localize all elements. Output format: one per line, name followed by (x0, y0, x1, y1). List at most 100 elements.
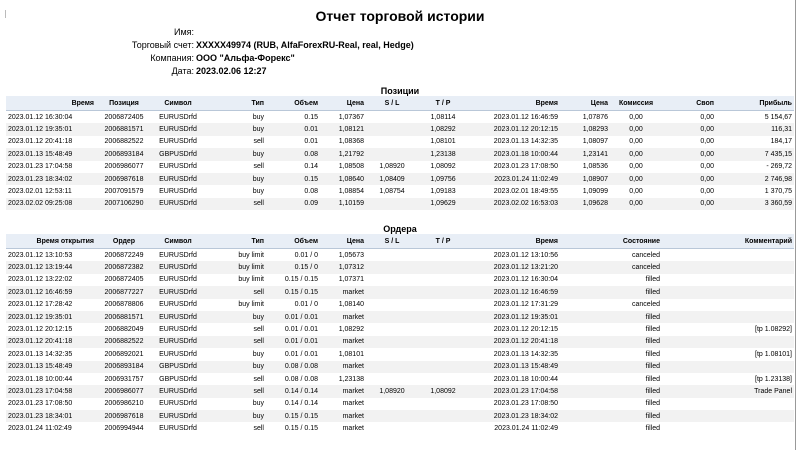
positions-cell: EURUSDrfd (152, 123, 204, 136)
positions-cell: 1,10159 (320, 197, 366, 211)
positions-cell: 0.15 (266, 172, 320, 186)
orders-cell (418, 261, 468, 274)
positions-cell: 1,23138 (418, 148, 468, 161)
positions-cell: 2006881571 (96, 123, 152, 136)
orders-cell (366, 348, 418, 361)
orders-cell: sell (204, 422, 266, 435)
positions-cell: 2023.01.23 17:04:58 (6, 160, 96, 173)
positions-cell: 2006986077 (96, 160, 152, 173)
orders-cell (366, 335, 418, 349)
orders-table-row: 2023.01.12 19:35:01 2006881571 EURUSDrfd bu… (6, 310, 794, 324)
positions-cell: 2 746,98 (716, 172, 794, 186)
orders-cell: 0.08 / 0.08 (266, 372, 320, 386)
orders-cell: sell (204, 286, 266, 299)
orders-cell (418, 360, 468, 373)
orders-table-row: 2023.01.12 20:41:18 2006882522 EURUSDrfd se… (6, 335, 794, 349)
orders-header-10: Комментарий (662, 234, 794, 249)
orders-cell: 0.14 / 0.14 (266, 385, 320, 398)
positions-table-row: 2023.02.02 09:25:08 2007106290 EURUSDrfd se… (6, 197, 794, 211)
orders-cell: 2023.01.12 16:46:59 (468, 286, 560, 299)
orders-cell: [tp 1.23138] (662, 372, 794, 386)
orders-cell: filled (560, 323, 662, 336)
date-label: Дата: (171, 66, 194, 76)
orders-cell: filled (560, 335, 662, 349)
orders-cell (418, 310, 468, 324)
orders-cell (662, 298, 794, 311)
orders-cell: buy (204, 397, 266, 411)
orders-cell (418, 335, 468, 349)
positions-title: Позиции (380, 86, 420, 96)
positions-cell: - 269,72 (716, 160, 794, 173)
orders-cell: canceled (560, 298, 662, 311)
orders-table-row: 2023.01.12 13:10:53 2006872249 EURUSDrfd bu… (6, 248, 794, 262)
positions-cell: 1,09756 (418, 172, 468, 186)
positions-table-row: 2023.01.12 20:41:18 2006882522 EURUSDrfd se… (6, 135, 794, 149)
positions-cell: 2023.02.01 18:49:55 (468, 185, 560, 198)
orders-cell (366, 273, 418, 287)
orders-cell: 0.01 / 0.01 (266, 323, 320, 336)
orders-cell: buy limit (204, 248, 266, 262)
positions-cell: 2023.01.12 20:41:18 (6, 135, 96, 149)
orders-cell: 2023.01.23 17:08:50 (6, 397, 96, 411)
orders-cell: 2023.01.12 20:12:15 (468, 323, 560, 336)
left-scroll-mark (5, 10, 6, 18)
positions-header-8: Время (468, 96, 560, 111)
orders-cell: sell (204, 372, 266, 386)
orders-cell: market (320, 422, 366, 435)
orders-cell: 1,08092 (418, 385, 468, 398)
positions-cell: 0,00 (662, 123, 716, 136)
positions-cell: 1,08508 (320, 160, 366, 173)
orders-cell: 2006872382 (96, 261, 152, 274)
orders-cell: 2006986077 (96, 385, 152, 398)
orders-cell: 2006986210 (96, 397, 152, 411)
report-title: Отчет торговой истории (315, 8, 485, 24)
positions-cell: 2023.01.13 14:32:35 (468, 135, 560, 149)
orders-cell: 2023.01.12 20:41:18 (468, 335, 560, 349)
orders-header-3: Тип (204, 234, 266, 249)
orders-cell: canceled (560, 248, 662, 262)
orders-cell: buy (204, 410, 266, 423)
positions-cell: 2023.01.24 11:02:49 (468, 172, 560, 186)
orders-cell: buy (204, 310, 266, 324)
orders-cell (662, 360, 794, 373)
positions-cell: 0,00 (610, 148, 662, 161)
orders-cell: 2023.01.13 14:32:35 (468, 348, 560, 361)
orders-header-9: Состояние (560, 234, 662, 249)
positions-header-10: Комиссия (610, 96, 662, 111)
positions-header-4: Объем (266, 96, 320, 111)
orders-cell (418, 422, 468, 435)
positions-cell: 1,09099 (560, 185, 610, 198)
positions-cell: 2007106290 (96, 197, 152, 211)
positions-header-5: Цена (320, 96, 366, 111)
positions-header-2: Символ (152, 96, 204, 111)
orders-cell: market (320, 360, 366, 373)
positions-cell: 2023.02.02 16:53:03 (468, 197, 560, 211)
positions-cell: 0,00 (610, 123, 662, 136)
orders-cell: market (320, 286, 366, 299)
orders-cell: filled (560, 286, 662, 299)
orders-cell: 2023.01.12 20:41:18 (6, 335, 96, 349)
positions-cell: 1,08920 (366, 160, 418, 173)
positions-table-row: 2023.01.23 18:34:02 2006987618 EURUSDrfd bu… (6, 172, 794, 186)
positions-cell: 1,08754 (366, 185, 418, 198)
orders-cell: [tp 1.08101] (662, 348, 794, 361)
positions-cell (366, 110, 418, 124)
orders-cell (418, 372, 468, 386)
orders-cell (366, 422, 418, 435)
orders-cell: filled (560, 422, 662, 435)
positions-header-3: Тип (204, 96, 266, 111)
positions-cell: 1,08640 (320, 172, 366, 186)
company-value: ООО "Альфа-Форекс" (196, 53, 295, 63)
orders-cell: 2023.01.18 10:00:44 (468, 372, 560, 386)
orders-header-2: Символ (152, 234, 204, 249)
orders-cell (662, 286, 794, 299)
orders-cell: 2023.01.12 16:46:59 (6, 286, 96, 299)
orders-cell: 0.14 / 0.14 (266, 397, 320, 411)
orders-cell: 1,07371 (320, 273, 366, 287)
name-label: Имя: (173, 27, 194, 37)
orders-cell: EURUSDrfd (152, 248, 204, 262)
orders-cell: market (320, 397, 366, 411)
orders-header-1: Ордер (96, 234, 152, 249)
orders-cell: EURUSDrfd (152, 348, 204, 361)
orders-header-8: Время (468, 234, 560, 249)
